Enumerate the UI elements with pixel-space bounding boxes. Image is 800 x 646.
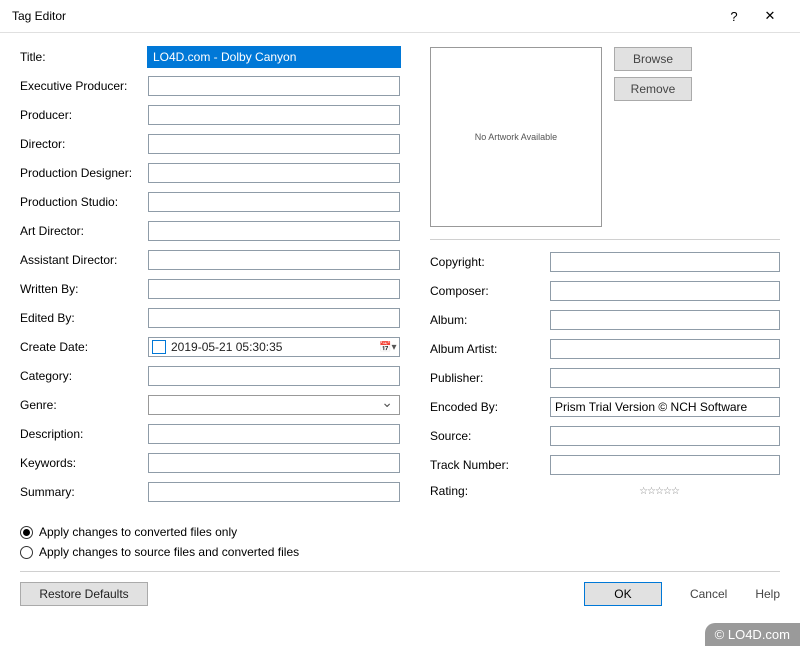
window-title: Tag Editor [12, 9, 716, 23]
remove-button[interactable]: Remove [614, 77, 692, 101]
label-title: Title: [20, 50, 148, 64]
label-summary: Summary: [20, 485, 148, 499]
label-prod-studio: Production Studio: [20, 195, 148, 209]
ok-button[interactable]: OK [584, 582, 662, 606]
radio-converted-only[interactable] [20, 526, 33, 539]
label-director: Director: [20, 137, 148, 151]
help-button[interactable]: Help [755, 587, 780, 601]
label-prod-designer: Production Designer: [20, 166, 148, 180]
artwork-preview: No Artwork Available [430, 47, 602, 227]
input-track-number[interactable] [550, 455, 780, 475]
cancel-button[interactable]: Cancel [690, 587, 727, 601]
divider [430, 239, 780, 240]
input-keywords[interactable] [148, 453, 400, 473]
input-summary[interactable] [148, 482, 400, 502]
browse-button[interactable]: Browse [614, 47, 692, 71]
label-create-date: Create Date: [20, 340, 148, 354]
label-producer: Producer: [20, 108, 148, 122]
input-producer[interactable] [148, 105, 400, 125]
input-prod-studio[interactable] [148, 192, 400, 212]
label-edited-by: Edited By: [20, 311, 148, 325]
input-publisher[interactable] [550, 368, 780, 388]
input-album-artist[interactable] [550, 339, 780, 359]
input-create-date[interactable]: 2019-05-21 05:30:35 📅▾ [148, 337, 400, 357]
input-description[interactable] [148, 424, 400, 444]
input-edited-by[interactable] [148, 308, 400, 328]
input-asst-director[interactable] [148, 250, 400, 270]
radio-section: Apply changes to converted files only Ap… [20, 525, 780, 559]
help-icon[interactable]: ? [716, 6, 752, 26]
radio-source-and-converted[interactable] [20, 546, 33, 559]
date-checkbox[interactable] [152, 340, 166, 354]
watermark: © LO4D.com [705, 623, 800, 646]
input-director[interactable] [148, 134, 400, 154]
label-category: Category: [20, 369, 148, 383]
titlebar: Tag Editor ? ✕ [0, 0, 800, 33]
radio-label-source: Apply changes to source files and conver… [39, 545, 299, 559]
input-album[interactable] [550, 310, 780, 330]
input-composer[interactable] [550, 281, 780, 301]
label-genre: Genre: [20, 398, 148, 412]
radio-label-converted: Apply changes to converted files only [39, 525, 237, 539]
label-keywords: Keywords: [20, 456, 148, 470]
close-icon[interactable]: ✕ [752, 6, 788, 26]
label-album: Album: [430, 313, 538, 327]
artwork-placeholder: No Artwork Available [475, 132, 557, 142]
label-encoded-by: Encoded By: [430, 400, 538, 414]
right-column: No Artwork Available Browse Remove Copyr… [430, 47, 780, 511]
input-art-director[interactable] [148, 221, 400, 241]
input-category[interactable] [148, 366, 400, 386]
label-album-artist: Album Artist: [430, 342, 538, 356]
label-description: Description: [20, 427, 148, 441]
label-composer: Composer: [430, 284, 538, 298]
input-copyright[interactable] [550, 252, 780, 272]
label-asst-director: Assistant Director: [20, 253, 148, 267]
label-copyright: Copyright: [430, 255, 538, 269]
input-source[interactable] [550, 426, 780, 446]
input-prod-designer[interactable] [148, 163, 400, 183]
label-rating: Rating: [430, 484, 538, 498]
divider-bottom [20, 571, 780, 572]
label-source: Source: [430, 429, 538, 443]
label-written-by: Written By: [20, 282, 148, 296]
input-title[interactable] [148, 47, 400, 67]
label-exec-producer: Executive Producer: [20, 79, 148, 93]
rating-stars[interactable]: ☆☆☆☆☆ [538, 486, 780, 497]
input-encoded-by[interactable] [550, 397, 780, 417]
input-exec-producer[interactable] [148, 76, 400, 96]
input-written-by[interactable] [148, 279, 400, 299]
left-column: Title: Executive Producer: Producer: Dir… [20, 47, 400, 511]
restore-defaults-button[interactable]: Restore Defaults [20, 582, 148, 606]
bottom-bar: Restore Defaults OK Cancel Help [20, 582, 780, 606]
calendar-icon[interactable]: 📅▾ [379, 342, 399, 353]
date-value: 2019-05-21 05:30:35 [169, 340, 379, 354]
select-genre[interactable] [148, 395, 400, 415]
label-track-number: Track Number: [430, 458, 538, 472]
label-art-director: Art Director: [20, 224, 148, 238]
label-publisher: Publisher: [430, 371, 538, 385]
